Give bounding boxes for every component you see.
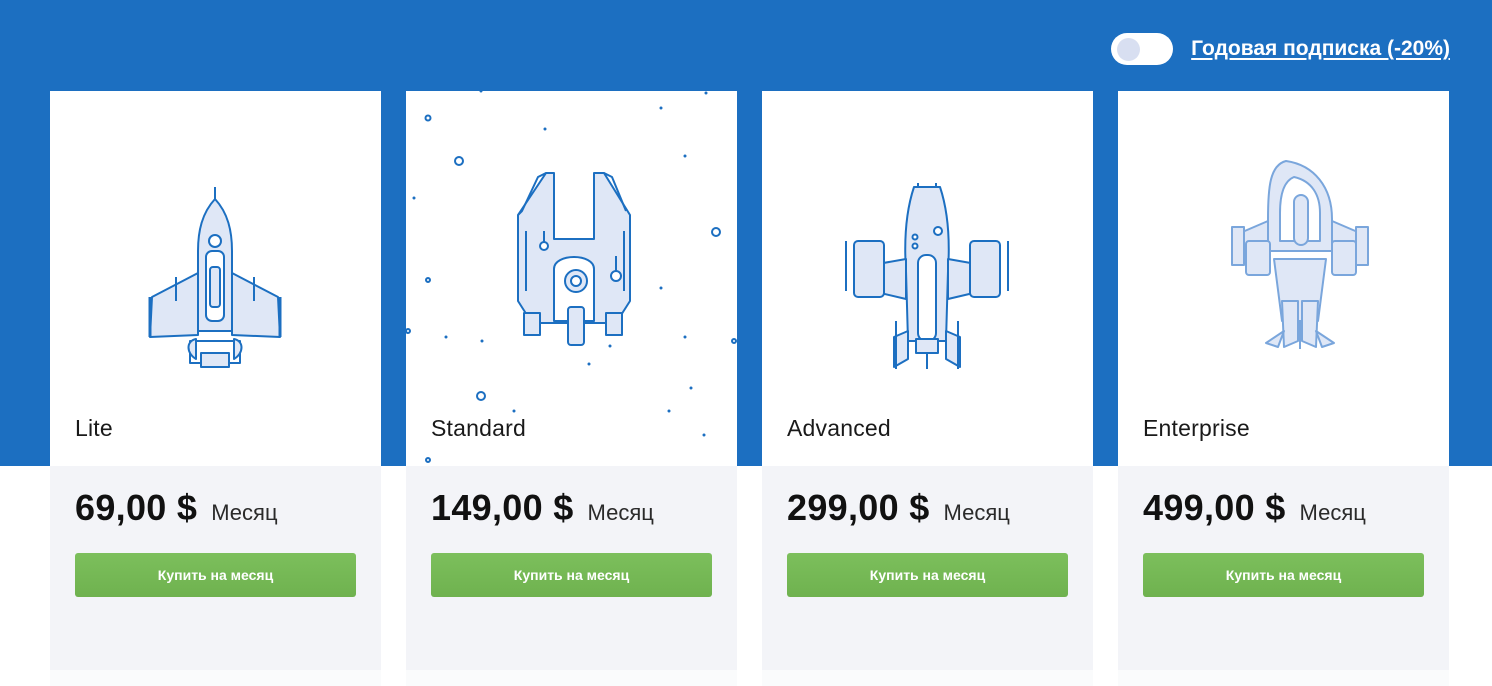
plan-price: 149,00 $ xyxy=(431,487,574,528)
plan-card-illustration-area: Standard xyxy=(406,91,737,466)
buy-monthly-button[interactable]: Купить на месяц xyxy=(431,553,712,597)
annual-subscription-link[interactable]: Годовая подписка (-20%) xyxy=(1191,37,1450,61)
buy-monthly-button[interactable]: Купить на месяц xyxy=(75,553,356,597)
plan-name: Advanced xyxy=(787,415,891,441)
plan-card-enterprise: Enterprise 499,00 $ Месяц Купить на меся… xyxy=(1118,91,1449,686)
plan-period: Месяц xyxy=(211,500,278,525)
plan-period: Месяц xyxy=(587,500,654,525)
rocket-ship-icon xyxy=(148,187,282,368)
card-footer-strip xyxy=(406,670,737,686)
plan-card-advanced: Advanced 299,00 $ Месяц Купить на месяц xyxy=(762,91,1093,686)
plan-price: 299,00 $ xyxy=(787,487,930,528)
plan-name: Standard xyxy=(431,415,526,441)
plan-name: Enterprise xyxy=(1143,415,1250,441)
plan-price: 69,00 $ xyxy=(75,487,198,528)
card-footer-strip xyxy=(762,670,1093,686)
buy-monthly-button[interactable]: Купить на месяц xyxy=(787,553,1068,597)
plan-card-illustration-area: Enterprise xyxy=(1118,91,1449,466)
price-row: 69,00 $ Месяц xyxy=(75,487,278,529)
plan-card-illustration-area: Advanced xyxy=(762,91,1093,466)
plan-price: 499,00 $ xyxy=(1143,487,1286,528)
buy-monthly-button[interactable]: Купить на месяц xyxy=(1143,553,1424,597)
card-footer-strip xyxy=(50,670,381,686)
mothership-icon xyxy=(1231,160,1369,349)
card-footer-strip xyxy=(1118,670,1449,686)
plan-card-lite: Lite 69,00 $ Месяц Купить на месяц xyxy=(50,91,381,686)
price-row: 299,00 $ Месяц xyxy=(787,487,1010,529)
cargo-spaceship-icon xyxy=(845,183,1009,369)
price-row: 149,00 $ Месяц xyxy=(431,487,654,529)
plan-card-standard: Standard 149,00 $ Месяц Купить на месяц xyxy=(406,91,737,686)
annual-subscription-toggle[interactable] xyxy=(1111,33,1174,65)
billing-toggle-row: Годовая подписка (-20%) xyxy=(1111,33,1450,65)
plan-card-illustration-area: Lite xyxy=(50,91,381,466)
plan-period: Месяц xyxy=(1299,500,1366,525)
fork-spaceship-icon xyxy=(406,91,737,463)
price-row: 499,00 $ Месяц xyxy=(1143,487,1366,529)
plan-period: Месяц xyxy=(943,500,1010,525)
toggle-knob xyxy=(1117,38,1141,61)
plan-name: Lite xyxy=(75,415,113,441)
